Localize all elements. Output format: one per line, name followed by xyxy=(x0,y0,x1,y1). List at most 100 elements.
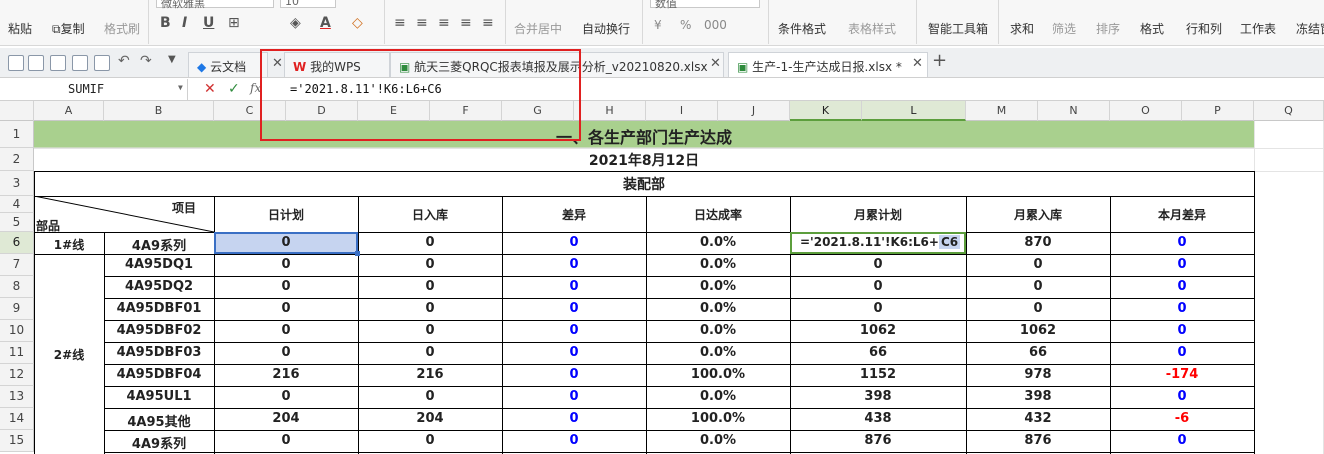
row-header-7[interactable]: 7 xyxy=(0,254,34,276)
close-icon[interactable]: ✕ xyxy=(710,56,721,71)
monthly-in-cell[interactable]: 870 xyxy=(966,235,1110,250)
item-cell[interactable]: 4A95DBF01 xyxy=(104,301,214,316)
diff-cell[interactable]: 0 xyxy=(502,411,646,426)
border-icon[interactable]: ⊞ xyxy=(228,15,240,31)
item-cell[interactable]: 4A95UL1 xyxy=(104,389,214,404)
row-col-button[interactable]: 行和列 xyxy=(1186,20,1222,37)
row-header-1[interactable]: 1 xyxy=(0,121,34,148)
table-style-button[interactable]: 表格样式 xyxy=(848,20,896,37)
chevron-down-icon[interactable]: ▼ xyxy=(178,83,183,92)
font-color-button[interactable]: A xyxy=(320,15,331,31)
align-top-icon[interactable]: ≡ xyxy=(394,15,406,31)
comma-button[interactable]: 000 xyxy=(704,18,727,32)
diff-cell[interactable]: 0 xyxy=(502,323,646,338)
justify-icon[interactable]: ≡ xyxy=(482,15,494,31)
export-icon[interactable] xyxy=(50,55,66,71)
in-cell[interactable]: 0 xyxy=(358,389,502,404)
diff-cell[interactable]: 0 xyxy=(502,257,646,272)
diff-cell[interactable]: 0 xyxy=(502,345,646,360)
rate-cell[interactable]: 0.0% xyxy=(646,323,790,338)
filter-button[interactable]: 筛选 xyxy=(1052,20,1076,37)
rate-cell[interactable]: 0.0% xyxy=(646,345,790,360)
column-header-j[interactable]: J xyxy=(718,101,790,121)
align-bottom-icon[interactable]: ≡ xyxy=(438,15,450,31)
monthly-plan-cell[interactable]: 0 xyxy=(790,279,966,294)
column-header-h[interactable]: H xyxy=(574,101,646,121)
monthly-diff-cell[interactable]: 0 xyxy=(1110,323,1254,338)
tab-production-report[interactable]: ▣ 生产-1-生产达成日报.xlsx * xyxy=(728,52,928,77)
monthly-in-cell[interactable]: 0 xyxy=(966,279,1110,294)
fill-color-icon[interactable]: ◈ xyxy=(290,15,301,31)
format-painter-button[interactable]: 格式刷 xyxy=(104,20,140,37)
tab-cloud-docs[interactable]: ◆ 云文档 xyxy=(188,52,268,77)
new-file-icon[interactable] xyxy=(8,55,24,71)
paste-button[interactable]: 粘贴 xyxy=(8,20,32,37)
rate-cell[interactable]: 0.0% xyxy=(646,257,790,272)
plan-cell[interactable]: 0 xyxy=(214,389,358,404)
monthly-in-cell[interactable]: 1062 xyxy=(966,323,1110,338)
monthly-diff-cell[interactable]: -6 xyxy=(1110,411,1254,426)
item-cell[interactable]: 4A95DBF03 xyxy=(104,345,214,360)
plan-cell[interactable]: 0 xyxy=(214,257,358,272)
monthly-plan-cell[interactable]: 66 xyxy=(790,345,966,360)
row-header-8[interactable]: 8 xyxy=(0,276,34,298)
diff-cell[interactable]: 0 xyxy=(502,235,646,250)
column-header-k[interactable]: K xyxy=(790,101,862,121)
merge-center-button[interactable]: 合并居中 xyxy=(514,20,562,37)
column-header-a[interactable]: A xyxy=(34,101,104,121)
row-header-9[interactable]: 9 xyxy=(0,298,34,320)
select-all-corner[interactable] xyxy=(0,101,34,121)
item-cell[interactable]: 4A95其他 xyxy=(104,411,214,430)
in-cell[interactable]: 0 xyxy=(358,301,502,316)
rate-cell[interactable]: 100.0% xyxy=(646,367,790,382)
rate-cell[interactable]: 100.0% xyxy=(646,411,790,426)
conditional-format-button[interactable]: 条件格式 xyxy=(778,20,826,37)
plan-cell[interactable]: 216 xyxy=(214,367,358,382)
row-header-15[interactable]: 15 xyxy=(0,430,34,452)
item-cell[interactable]: 4A95DBF04 xyxy=(104,367,214,382)
italic-button[interactable]: I xyxy=(182,15,187,31)
item-cell[interactable]: 4A9系列 xyxy=(104,235,214,254)
item-cell[interactable]: 4A95DBF02 xyxy=(104,323,214,338)
monthly-diff-cell[interactable]: 0 xyxy=(1110,257,1254,272)
chevron-down-icon[interactable]: ▼ xyxy=(168,54,176,65)
monthly-plan-cell[interactable]: 876 xyxy=(790,433,966,448)
row-header-5[interactable]: 5 xyxy=(0,213,34,232)
worksheet-button[interactable]: 工作表 xyxy=(1240,20,1276,37)
monthly-diff-cell[interactable]: 0 xyxy=(1110,433,1254,448)
monthly-plan-cell[interactable]: 1152 xyxy=(790,367,966,382)
plan-cell[interactable]: 0 xyxy=(214,235,358,250)
monthly-diff-cell[interactable]: 0 xyxy=(1110,345,1254,360)
monthly-diff-cell[interactable]: 0 xyxy=(1110,279,1254,294)
monthly-in-cell[interactable]: 432 xyxy=(966,411,1110,426)
monthly-in-cell[interactable]: 398 xyxy=(966,389,1110,404)
bold-button[interactable]: B xyxy=(160,15,171,31)
row-header-4[interactable]: 4 xyxy=(0,196,34,213)
row-header-2[interactable]: 2 xyxy=(0,148,34,171)
monthly-diff-cell[interactable]: 0 xyxy=(1110,235,1254,250)
monthly-diff-cell[interactable]: -174 xyxy=(1110,367,1254,382)
item-cell[interactable]: 4A9系列 xyxy=(104,433,214,452)
font-size-select[interactable]: 10 xyxy=(280,0,336,8)
in-cell[interactable]: 0 xyxy=(358,323,502,338)
in-cell[interactable]: 216 xyxy=(358,367,502,382)
monthly-plan-cell[interactable]: 438 xyxy=(790,411,966,426)
in-cell[interactable]: 204 xyxy=(358,411,502,426)
diff-cell[interactable]: 0 xyxy=(502,301,646,316)
confirm-icon[interactable]: ✓ xyxy=(228,81,240,97)
undo-icon[interactable]: ↶ xyxy=(118,53,130,69)
rate-cell[interactable]: 0.0% xyxy=(646,235,790,250)
column-header-p[interactable]: P xyxy=(1182,101,1254,121)
editing-formula[interactable]: ='2021.8.11'!K6:L6+ C6 xyxy=(800,235,961,249)
item-cell[interactable]: 4A95DQ1 xyxy=(104,257,214,272)
sort-button[interactable]: 排序 xyxy=(1096,20,1120,37)
monthly-diff-cell[interactable]: 0 xyxy=(1110,301,1254,316)
column-header-i[interactable]: I xyxy=(646,101,718,121)
percent-button[interactable]: % xyxy=(680,18,691,32)
smart-tools-button[interactable]: 智能工具箱 xyxy=(928,20,988,37)
column-header-o[interactable]: O xyxy=(1110,101,1182,121)
monthly-in-cell[interactable]: 0 xyxy=(966,257,1110,272)
copy-button[interactable]: ⧉复制 xyxy=(52,20,85,37)
diff-cell[interactable]: 0 xyxy=(502,433,646,448)
diff-cell[interactable]: 0 xyxy=(502,367,646,382)
